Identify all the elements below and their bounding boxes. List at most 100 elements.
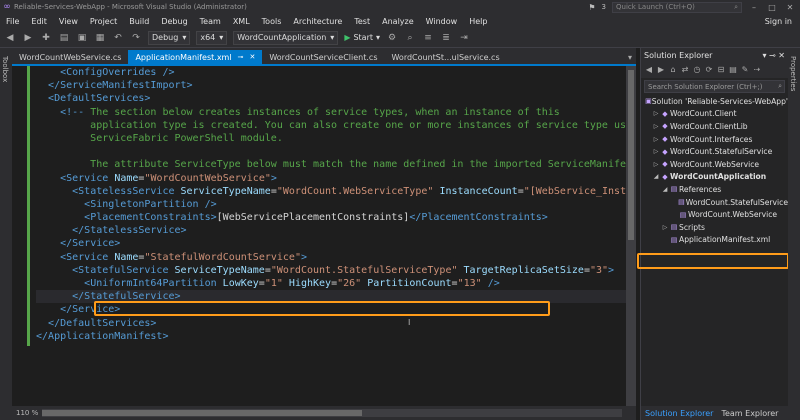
code-line[interactable]: <StatefulService ServiceTypeName="WordCo… bbox=[36, 264, 626, 277]
comment-icon[interactable]: ≡ bbox=[422, 32, 434, 44]
solution-search-input[interactable]: Search Solution Explorer (Ctrl+;) ⌕ bbox=[644, 80, 785, 93]
find-icon[interactable]: ⌕ bbox=[404, 32, 416, 44]
code-line[interactable]: <UniformInt64Partition LowKey="1" HighKe… bbox=[36, 277, 626, 290]
redo-icon[interactable]: ↷ bbox=[130, 32, 142, 44]
tab-applicationmanifest[interactable]: ApplicationManifest.xml ⊸ ✕ bbox=[128, 50, 263, 64]
quick-launch-input[interactable]: Quick Launch (Ctrl+Q) ⌕ bbox=[612, 1, 742, 13]
minimize-icon[interactable]: – bbox=[748, 3, 760, 12]
solution-configuration-dropdown[interactable]: Debug ▾ bbox=[148, 30, 191, 45]
menu-project[interactable]: Project bbox=[84, 17, 123, 26]
save-all-icon[interactable]: ▦ bbox=[94, 32, 106, 44]
code-line[interactable]: <SingletonPartition /> bbox=[36, 198, 626, 211]
code-line[interactable]: <ConfigOverrides /> bbox=[36, 66, 626, 79]
attach-icon[interactable]: ⚙ bbox=[386, 32, 398, 44]
home-icon[interactable]: ⌂ bbox=[668, 65, 678, 75]
editor-vertical-scrollbar[interactable] bbox=[626, 66, 636, 406]
menu-test[interactable]: Test bbox=[348, 17, 376, 26]
chevron-down-icon[interactable]: ▾ bbox=[762, 51, 766, 60]
new-project-icon[interactable]: ✚ bbox=[40, 32, 52, 44]
code-line[interactable]: </StatefulService> bbox=[36, 290, 626, 304]
pin-icon[interactable]: ⊸ bbox=[238, 53, 244, 61]
preview-icon[interactable]: ⇢ bbox=[752, 65, 762, 75]
sign-in-link[interactable]: Sign in bbox=[765, 17, 792, 26]
navigate-back-icon[interactable]: ◀ bbox=[4, 32, 16, 44]
menu-help[interactable]: Help bbox=[463, 17, 493, 26]
close-icon[interactable]: ✕ bbox=[249, 53, 255, 61]
zoom-level[interactable]: 110 % bbox=[12, 409, 42, 417]
code-line[interactable]: </Service> bbox=[36, 237, 626, 250]
code-line[interactable]: <StatelessService ServiceTypeName="WordC… bbox=[36, 185, 626, 198]
undo-icon[interactable]: ↶ bbox=[112, 32, 124, 44]
code-line[interactable]: </ApplicationManifest> bbox=[36, 330, 626, 343]
code-line[interactable]: <PlacementConstraints>[WebServicePlaceme… bbox=[36, 211, 626, 224]
show-all-files-icon[interactable]: ▤ bbox=[728, 65, 738, 75]
scrollbar-thumb[interactable] bbox=[628, 70, 634, 240]
expand-arrow-icon[interactable]: ▷ bbox=[652, 110, 660, 117]
menu-team[interactable]: Team bbox=[194, 17, 227, 26]
code-area[interactable]: <ConfigOverrides /> </ServiceManifestImp… bbox=[36, 66, 626, 406]
tree-node[interactable]: ▷ ▤ Scripts bbox=[641, 221, 788, 234]
menu-debug[interactable]: Debug bbox=[155, 17, 193, 26]
collapse-all-icon[interactable]: ⊟ bbox=[716, 65, 726, 75]
properties-wrench-icon[interactable]: ✎ bbox=[740, 65, 750, 75]
tree-node[interactable]: ▷ ◆ WordCount.WebService bbox=[641, 158, 788, 171]
tree-node[interactable]: ▤ WordCount.WebService bbox=[641, 208, 788, 221]
toolbox-strip[interactable]: Toolbox bbox=[0, 48, 12, 420]
expand-arrow-icon[interactable]: ◢ bbox=[661, 186, 669, 193]
tree-node[interactable]: ▷ ◆ WordCount.Client bbox=[641, 108, 788, 121]
menu-view[interactable]: View bbox=[53, 17, 84, 26]
solution-platform-dropdown[interactable]: x64 ▾ bbox=[196, 30, 228, 45]
uncomment-icon[interactable]: ≣ bbox=[440, 32, 452, 44]
code-line[interactable]: application type is created. You can als… bbox=[36, 119, 626, 132]
indent-icon[interactable]: ⇥ bbox=[458, 32, 470, 44]
menu-tools[interactable]: Tools bbox=[256, 17, 288, 26]
start-button[interactable]: ▶ Start ▾ bbox=[344, 33, 380, 42]
tree-node[interactable]: ▤ WordCount.StatefulService bbox=[641, 196, 788, 209]
tab-overflow-icon[interactable]: ▾ bbox=[628, 50, 636, 64]
code-line[interactable]: <Service Name="WordCountWebService">− bbox=[36, 172, 626, 185]
expand-arrow-icon[interactable]: ▷ bbox=[652, 136, 660, 143]
code-line[interactable]: ServiceFabric PowerShell module. bbox=[36, 132, 626, 145]
code-line[interactable]: The attribute ServiceType below must mat… bbox=[36, 158, 626, 171]
sync-icon[interactable]: ⟳ bbox=[704, 65, 714, 75]
code-line[interactable]: </ServiceManifestImport>− bbox=[36, 79, 626, 92]
properties-strip[interactable]: Properties bbox=[788, 48, 800, 420]
code-line[interactable]: </DefaultServices> bbox=[36, 317, 626, 330]
expand-arrow-icon[interactable]: ▷ bbox=[652, 148, 660, 155]
startup-project-dropdown[interactable]: WordCountApplication ▾ bbox=[233, 30, 339, 45]
expand-arrow-icon[interactable]: ▷ bbox=[661, 224, 669, 231]
menu-architecture[interactable]: Architecture bbox=[287, 17, 348, 26]
pin-icon[interactable]: ⊸ bbox=[769, 51, 776, 60]
tab-wordcountwebservice[interactable]: WordCountWebService.cs bbox=[12, 50, 128, 64]
navigate-forward-icon[interactable]: ▶ bbox=[22, 32, 34, 44]
tree-node[interactable]: ▤ ApplicationManifest.xml bbox=[641, 234, 788, 247]
code-line[interactable]: <DefaultServices>− bbox=[36, 92, 626, 105]
tree-node[interactable]: ▷ ◆ WordCount.Interfaces bbox=[641, 133, 788, 146]
tree-node[interactable]: ▷ ◆ WordCount.ClientLib bbox=[641, 120, 788, 133]
save-icon[interactable]: ▣ bbox=[76, 32, 88, 44]
tab-solution-explorer[interactable]: Solution Explorer bbox=[641, 406, 717, 420]
open-file-icon[interactable]: ▤ bbox=[58, 32, 70, 44]
expand-arrow-icon[interactable]: ▷ bbox=[652, 123, 660, 130]
menu-xml[interactable]: XML bbox=[227, 17, 256, 26]
menu-analyze[interactable]: Analyze bbox=[376, 17, 420, 26]
code-line[interactable] bbox=[36, 145, 626, 158]
back-icon[interactable]: ◀ bbox=[644, 65, 654, 75]
editor-horizontal-scrollbar[interactable] bbox=[42, 409, 622, 417]
tree-node[interactable]: ▷ ◆ WordCount.StatefulService bbox=[641, 145, 788, 158]
tree-node[interactable]: ▣ Solution 'Reliable-Services-WebApp' bbox=[641, 95, 788, 108]
tree-node[interactable]: ◢ ▤ References bbox=[641, 183, 788, 196]
code-line[interactable]: <!-- The section below creates instances… bbox=[36, 106, 626, 119]
tab-wordcountstatefulservice[interactable]: WordCountSt...ulService.cs bbox=[384, 50, 506, 64]
menu-build[interactable]: Build bbox=[123, 17, 155, 26]
code-line[interactable]: </Service> bbox=[36, 303, 626, 316]
menu-file[interactable]: File bbox=[0, 17, 25, 26]
maximize-icon[interactable]: □ bbox=[766, 3, 778, 12]
tab-wordcountserviceclient[interactable]: WordCountServiceClient.cs bbox=[262, 50, 384, 64]
forward-icon[interactable]: ▶ bbox=[656, 65, 666, 75]
tree-node[interactable]: ◢ ◆ WordCountApplication bbox=[641, 171, 788, 184]
close-icon[interactable]: ✕ bbox=[784, 3, 796, 12]
tab-team-explorer[interactable]: Team Explorer bbox=[717, 406, 782, 420]
switch-views-icon[interactable]: ⇄ bbox=[680, 65, 690, 75]
pending-changes-icon[interactable]: ◷ bbox=[692, 65, 702, 75]
